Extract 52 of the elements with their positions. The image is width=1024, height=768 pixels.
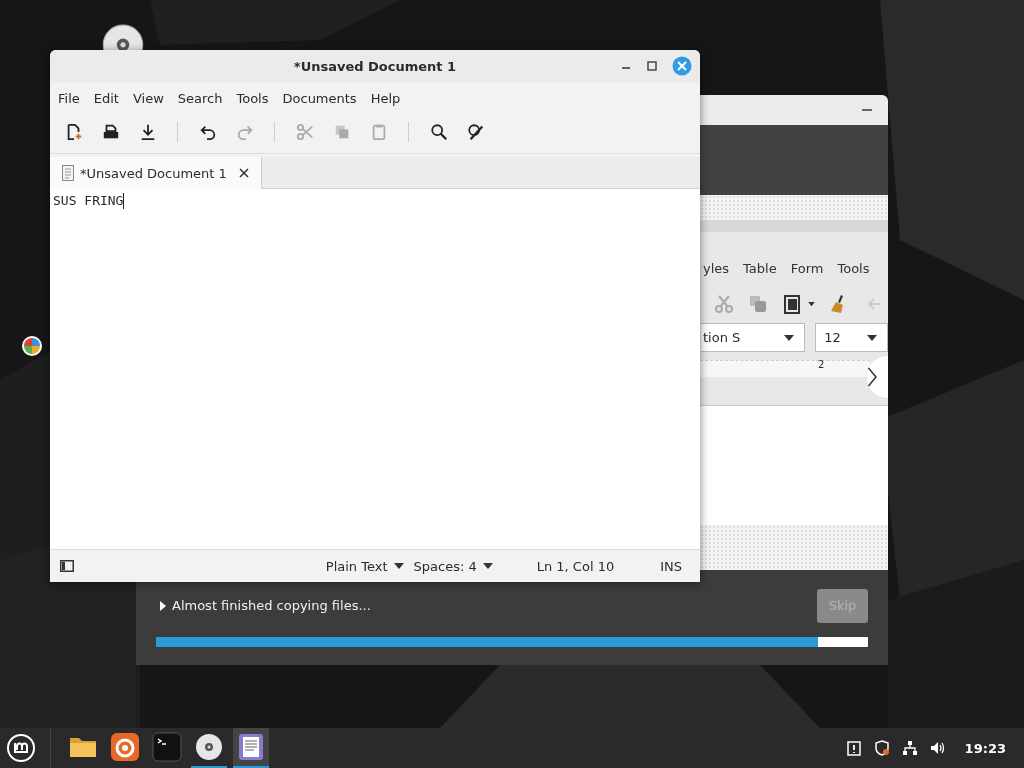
close-icon[interactable] — [238, 168, 249, 178]
language-dropdown[interactable]: Plain Text — [325, 558, 404, 574]
tray-icon — [101, 123, 120, 141]
progress-status-text: Almost finished copying files... — [156, 598, 371, 613]
clipboard-alert-icon[interactable] — [845, 740, 862, 756]
notepad-icon — [236, 732, 266, 762]
side-panel-icon[interactable] — [60, 560, 74, 572]
document-icon — [62, 165, 74, 181]
insert-mode: INS — [660, 558, 682, 574]
scissors-icon — [714, 294, 734, 314]
ruler-label: 2 — [818, 359, 825, 370]
document-text: SUS FRING — [53, 193, 124, 208]
taskbar-button[interactable] — [233, 728, 269, 768]
menu-item[interactable]: Tools — [236, 91, 269, 106]
disc-icon — [194, 732, 224, 762]
font-name-field: tion S — [701, 323, 806, 352]
cursor-position: Ln 1, Col 10 — [536, 558, 615, 574]
magnifier-pen-icon — [466, 123, 485, 141]
maximize-button[interactable] — [646, 60, 658, 72]
caret-icon — [482, 563, 493, 569]
volume-icon[interactable] — [929, 740, 946, 756]
search-icon — [429, 123, 448, 141]
window-title: *Unsaved Document 1 — [293, 59, 457, 74]
close-button[interactable] — [672, 56, 692, 76]
terminal-icon — [152, 732, 182, 762]
fox-icon — [110, 732, 140, 762]
menu-button[interactable] — [6, 733, 36, 763]
menu-item[interactable]: View — [132, 91, 164, 106]
clipboard-icon — [782, 294, 802, 314]
tab-label: *Unsaved Document 1 — [80, 165, 227, 181]
text-area[interactable]: SUS FRING — [50, 189, 700, 549]
scissors-icon — [295, 123, 314, 141]
caret-icon — [808, 301, 815, 307]
menu-item[interactable]: Edit — [93, 91, 119, 106]
document-tab[interactable]: *Unsaved Document 1 — [50, 157, 262, 189]
colorful-circle-icon[interactable] — [21, 335, 43, 357]
copy-icon — [748, 294, 768, 314]
network-icon[interactable] — [901, 740, 918, 756]
clock[interactable]: 19:23 — [964, 740, 1006, 756]
shield-icon[interactable] — [873, 740, 890, 756]
undo-icon — [198, 123, 217, 141]
caret-icon — [393, 563, 404, 569]
redo-icon — [235, 123, 254, 141]
expander-icon[interactable] — [160, 600, 166, 611]
menu-item[interactable]: Help — [370, 91, 401, 106]
caret-icon — [867, 334, 877, 341]
menu-item[interactable]: Documents — [282, 91, 357, 106]
menu-item[interactable]: File — [58, 91, 80, 106]
indent-dropdown[interactable]: Spaces: 4 — [413, 558, 493, 574]
caret-icon — [784, 334, 795, 341]
font-size-field: 12 — [815, 323, 888, 352]
menu-item[interactable]: Search — [177, 91, 223, 106]
